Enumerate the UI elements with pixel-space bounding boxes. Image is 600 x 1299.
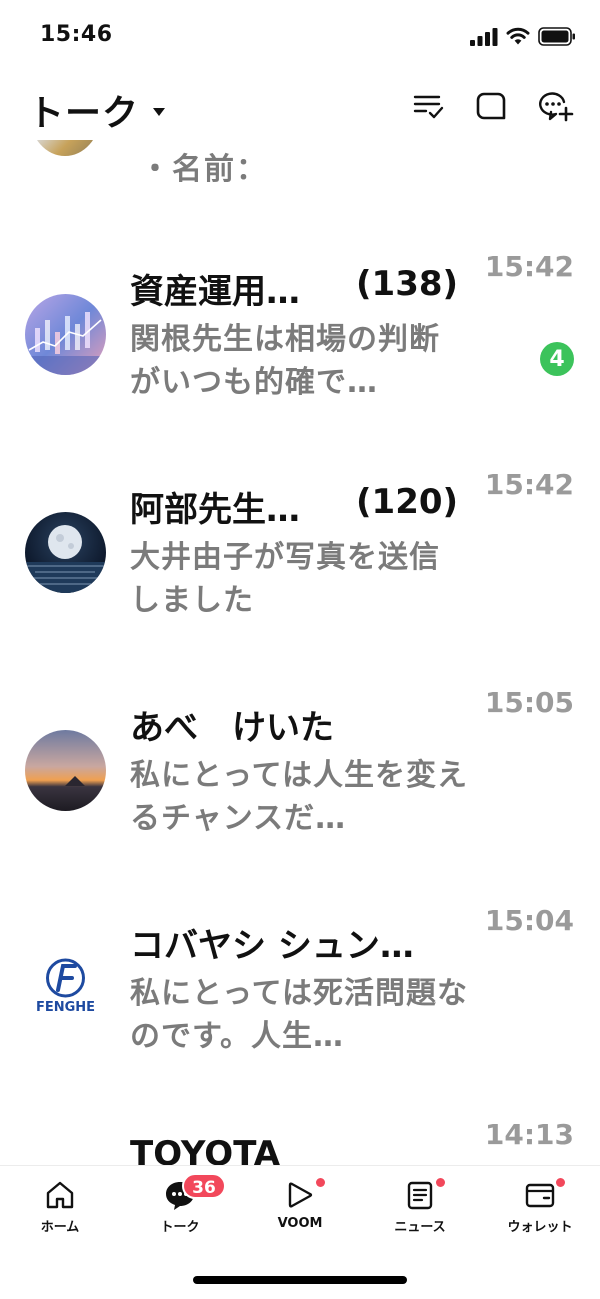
tab-voom[interactable]: VOOM [240, 1178, 360, 1240]
notification-dot [316, 1178, 325, 1187]
header: トーク [0, 74, 600, 140]
unread-badge: 4 [540, 342, 574, 376]
notification-dot [556, 1178, 565, 1187]
notification-dot [436, 1178, 445, 1187]
chat-row[interactable]: 資産運用… (138) 15:42 関根先生は相場の判断がいつも的確で… 4 [0, 242, 600, 458]
chat-time: 15:05 [484, 686, 574, 719]
filter-check-icon [413, 95, 444, 119]
new-chat-icon [539, 92, 574, 122]
chat-time: 15:42 [484, 250, 574, 283]
tab-label: ニュース [394, 1220, 446, 1235]
tab-news[interactable]: ニュース [360, 1178, 480, 1240]
chat-time: 15:04 [484, 904, 574, 937]
status-time: 15:46 [40, 22, 113, 47]
chat-name: あべ けいた [130, 708, 334, 748]
moon-avatar-image [25, 512, 106, 593]
svg-text:FENGHE: FENGHE [36, 1000, 95, 1015]
chat-list[interactable]: ・名前： 資産運用… (138) 15:42 関根先生は相場の判断がいつも的確で… [0, 110, 600, 1165]
chat-row[interactable]: あべ けいた 15:05 私にとっては人生を変えるチャンスだ… [0, 678, 600, 894]
battery-icon [538, 27, 575, 46]
chat-name: コバヤシ シュン… [130, 926, 414, 966]
avatar [25, 730, 106, 811]
chat-list-selector[interactable]: トーク [28, 84, 166, 136]
note-icon [476, 92, 506, 120]
cellular-signal-icon [470, 28, 498, 46]
avatar: FENGHE [25, 948, 106, 1029]
news-icon [407, 1181, 433, 1210]
chat-preview: 大井由子が写真を送信しました [130, 540, 440, 618]
member-count: (120) [356, 482, 459, 522]
unread-count-badge: 36 [182, 1173, 226, 1199]
avatar [25, 294, 106, 375]
chat-name: TOYOTA [130, 1134, 281, 1165]
home-indicator [193, 1276, 407, 1284]
wifi-icon [506, 27, 530, 45]
chat-preview: 私にとっては人生を変えるチャンスだ… [130, 758, 468, 836]
chat-preview: ・名前： [140, 152, 268, 187]
chat-name: 阿部先生… [130, 490, 300, 530]
member-count: (138) [356, 264, 459, 304]
chart-avatar-image [25, 294, 106, 375]
tab-home[interactable]: ホーム [0, 1178, 120, 1240]
tab-wallet[interactable]: ウォレット [480, 1178, 600, 1240]
new-chat-button[interactable] [538, 88, 574, 124]
filter-button[interactable] [410, 88, 446, 124]
chat-row[interactable]: FENGHE コバヤシ シュン… 15:04 私にとっては死活問題なのです。人生… [0, 896, 600, 1112]
tab-label: トーク [160, 1220, 200, 1235]
page-title: トーク [28, 93, 140, 134]
chat-name: 資産運用… [130, 272, 300, 312]
home-icon [46, 1181, 74, 1209]
chat-row[interactable]: TOYOTA 14:13 [0, 1114, 600, 1165]
fenghe-logo-icon: FENGHE [25, 948, 106, 1029]
sunset-avatar-image [25, 730, 106, 811]
chat-time: 14:13 [484, 1118, 574, 1151]
avatar [25, 512, 106, 593]
note-button[interactable] [473, 88, 509, 124]
tab-label: ホーム [40, 1220, 80, 1235]
chat-row[interactable]: 阿部先生… (120) 15:42 大井由子が写真を送信しました [0, 460, 600, 676]
voom-play-icon [288, 1182, 313, 1208]
tab-talk[interactable]: 36 トーク [120, 1173, 240, 1240]
status-bar: 15:46 [0, 0, 600, 74]
chat-time: 15:42 [484, 468, 574, 501]
caret-down-icon [153, 108, 166, 116]
chat-preview: 私にとっては死活問題なのです。人生… [130, 976, 468, 1054]
wallet-icon [525, 1183, 555, 1208]
chat-preview: 関根先生は相場の判断がいつも的確で… [130, 322, 440, 400]
tab-label: ウォレット [507, 1220, 573, 1235]
tab-label: VOOM [277, 1216, 323, 1231]
